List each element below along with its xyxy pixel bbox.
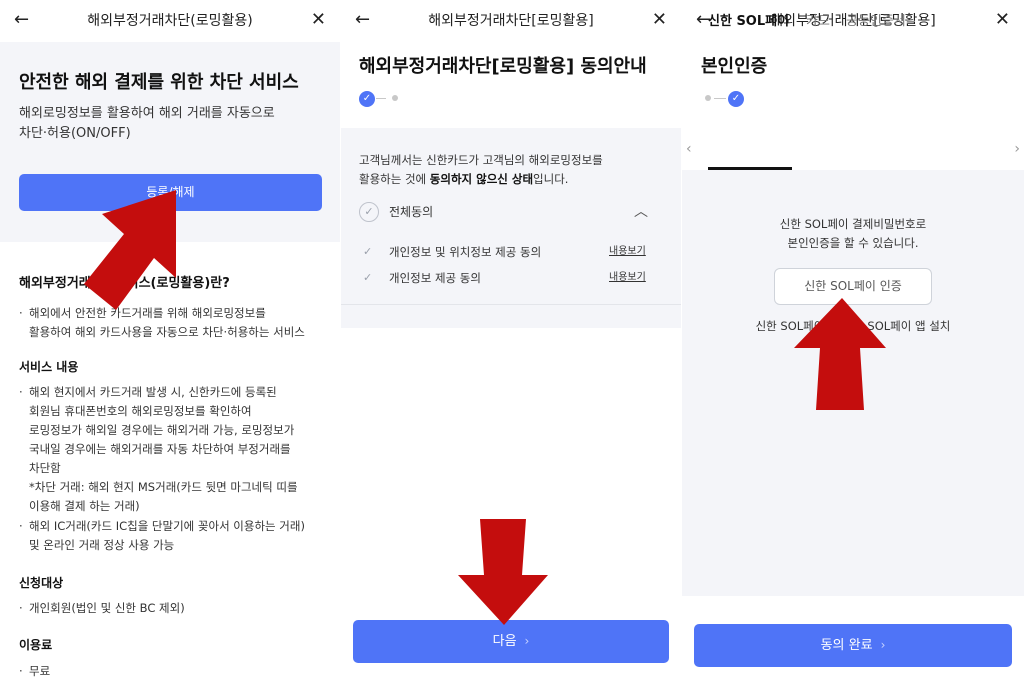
header: ← 해외부정거래차단[로밍활용] ✕ — [341, 0, 681, 42]
screen-identity-verification: ← 해외부정거래차단[로밍활용] ✕ 본인인증 ✓ ‹ 신한 SOL페이 카드 … — [682, 0, 1024, 677]
consent-item-1-label: 개인정보 및 위치정보 제공 동의 — [389, 245, 542, 259]
chevron-up-icon[interactable]: ︿ — [634, 204, 648, 220]
auth-description: 신한 SOL페이 결제비밀번호로 본인인증을 할 수 있습니다. — [682, 215, 1024, 253]
page-title: 해외부정거래차단[로밍활용] 동의안내 — [359, 56, 647, 77]
hero-subtitle: 해외로밍정보를 활용하여 해외 거래를 자동으로 차단·허용(ON/OFF) — [19, 104, 319, 144]
list-item: 해외 IC거래(카드 IC칩을 단말기에 꽂아서 이용하는 거래) 및 온라인 … — [19, 517, 329, 555]
section-fee-title: 이용료 — [19, 638, 53, 652]
section-content-title: 서비스 내용 — [19, 360, 79, 374]
tab-card[interactable]: 카드 — [806, 13, 830, 31]
step-dot — [705, 95, 711, 101]
auth-tabs — [682, 128, 1024, 170]
tab-certificate[interactable]: 공동인증서 — [846, 13, 906, 31]
list-item-line: *차단 거래: 해외 현지 MS거래(카드 뒷면 마그네틱 띠를 — [29, 480, 298, 494]
chevron-right-icon: › — [524, 634, 530, 648]
agree-complete-button[interactable]: 동의 완료 › — [694, 624, 1012, 667]
check-icon[interactable]: ✓ — [363, 271, 372, 285]
close-icon[interactable]: ✕ — [652, 9, 667, 31]
list-item-line: 해외 IC거래(카드 IC칩을 단말기에 꽂아서 이용하는 거래) — [29, 519, 305, 533]
header-title: 해외부정거래차단(로밍활용) — [87, 13, 253, 29]
hero-subtitle-line: 차단·허용(ON/OFF) — [19, 126, 131, 141]
consent-info-line: 활용하는 것에 동의하지 않으신 상태입니다. — [359, 170, 659, 189]
all-agree-check-icon[interactable]: ✓ — [359, 202, 379, 222]
divider — [341, 304, 681, 305]
agree-complete-label: 동의 완료 — [820, 638, 873, 653]
consent-item-2-label: 개인정보 제공 동의 — [389, 271, 481, 285]
list-item-line: 로밍정보가 해외일 경우에는 해외거래 가능, 로밍정보가 — [29, 423, 295, 437]
section-target-title: 신청대상 — [19, 576, 64, 590]
auth-description-line: 신한 SOL페이 결제비밀번호로 — [779, 217, 927, 231]
consent-status-text: 동의하지 않으신 상태 — [429, 172, 534, 186]
view-content-link[interactable]: 내용보기 — [609, 245, 646, 259]
list-item: 해외 현지에서 카드거래 발생 시, 신한카드에 등록된 회원님 휴대폰번호의 … — [19, 383, 329, 516]
list-item-line: 및 온라인 거래 정상 사용 가능 — [29, 538, 175, 552]
view-content-link[interactable]: 내용보기 — [609, 271, 646, 285]
list-item-line: 이용해 결제 하는 거래) — [29, 499, 140, 513]
list-item-line: 회원님 휴대폰번호의 해외로밍정보를 확인하여 — [29, 404, 252, 418]
header: ← 해외부정거래차단(로밍활용) ✕ — [0, 0, 340, 42]
tab-sol-pay[interactable]: 신한 SOL페이 — [708, 13, 789, 31]
list-item-line: 해외 현지에서 카드거래 발생 시, 신한카드에 등록된 — [29, 385, 277, 399]
highlight-arrow-icon — [84, 190, 176, 310]
hero-title: 안전한 해외 결제를 위한 차단 서비스 — [19, 72, 299, 93]
consent-info: 고객님께서는 신한카드가 고객님의 해외로밍정보를 활용하는 것에 동의하지 않… — [359, 151, 659, 189]
header-title: 해외부정거래차단[로밍활용] — [428, 13, 594, 29]
chevron-right-icon[interactable]: › — [1014, 140, 1020, 158]
highlight-arrow-icon — [458, 519, 548, 625]
consent-info-line: 고객님께서는 신한카드가 고객님의 해외로밍정보를 — [359, 153, 603, 167]
check-icon[interactable]: ✓ — [363, 245, 372, 259]
close-icon[interactable]: ✕ — [995, 9, 1010, 31]
list-item-line: 무료 — [29, 664, 51, 677]
step-check-icon: ✓ — [359, 91, 375, 107]
screen-consent: ← 해외부정거래차단[로밍활용] ✕ 해외부정거래차단[로밍활용] 동의안내 ✓… — [341, 0, 681, 677]
close-icon[interactable]: ✕ — [311, 9, 326, 31]
consent-info-text: 입니다. — [533, 172, 569, 186]
list-item-line: 활용하여 해외 카드사용을 자동으로 차단·허용하는 서비스 — [29, 325, 305, 339]
page-title: 본인인증 — [701, 56, 768, 77]
hero-subtitle-line: 해외로밍정보를 활용하여 해외 거래를 자동으로 — [19, 106, 275, 121]
list-item-line: 차단함 — [29, 461, 61, 475]
step-connector — [714, 98, 726, 99]
list-item: 개인회원(법인 및 신한 BC 제외) — [19, 599, 329, 618]
step-dot — [392, 95, 398, 101]
chevron-left-icon[interactable]: ‹ — [686, 140, 692, 158]
list-item-line: 국내일 경우에는 해외거래를 자동 차단하여 부정거래를 — [29, 442, 291, 456]
auth-description-line: 본인인증을 할 수 있습니다. — [787, 236, 919, 250]
screen-service-intro: ← 해외부정거래차단(로밍활용) ✕ 안전한 해외 결제를 위한 차단 서비스 … — [0, 0, 340, 677]
step-check-icon: ✓ — [728, 91, 744, 107]
highlight-arrow-icon — [794, 298, 886, 410]
list-item-line: 개인회원(법인 및 신한 BC 제외) — [29, 601, 185, 615]
next-button-label: 다음 — [492, 634, 517, 649]
all-agree-label[interactable]: 전체동의 — [389, 204, 433, 220]
chevron-right-icon: › — [880, 638, 886, 652]
list-item: 무료 — [19, 662, 329, 677]
step-connector — [376, 98, 386, 99]
consent-info-text: 활용하는 것에 — [359, 172, 430, 186]
